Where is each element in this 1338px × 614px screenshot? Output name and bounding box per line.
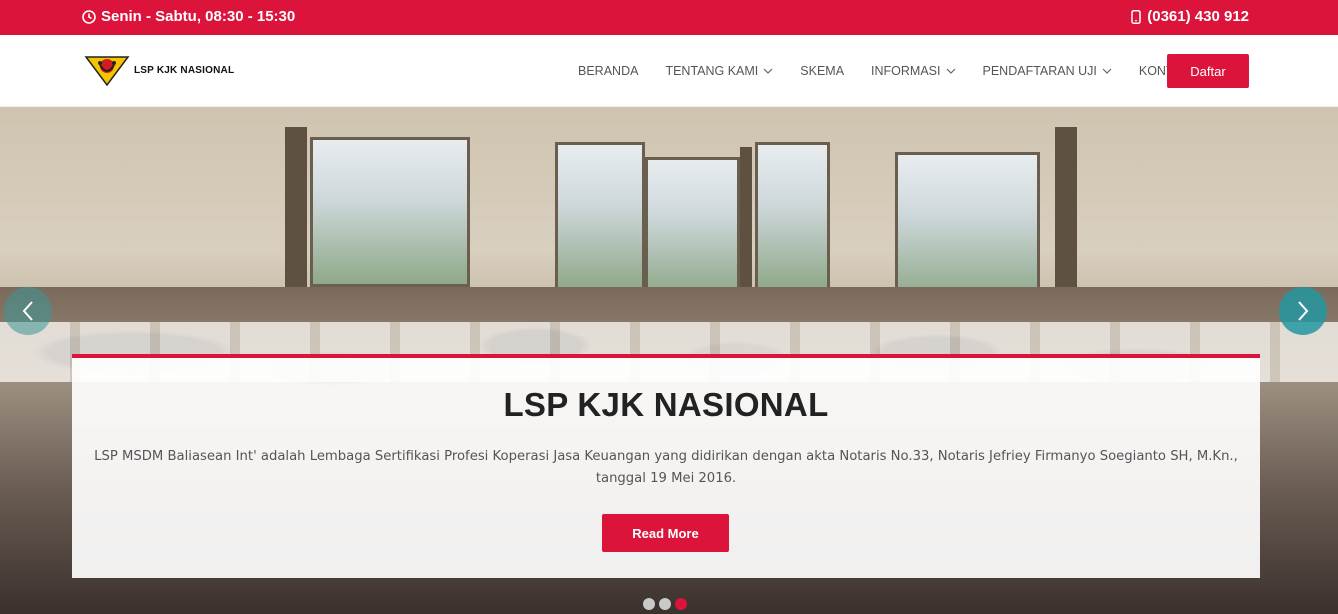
site-header: LSP KJK NASIONAL BERANDA TENTANG KAMI SK… [0, 35, 1338, 107]
read-more-button[interactable]: Read More [602, 514, 729, 552]
logo-text: LSP KJK NASIONAL [134, 64, 235, 76]
nav-item-informasi[interactable]: INFORMASI [871, 64, 955, 78]
nav-label: TENTANG KAMI [665, 64, 759, 78]
nav-item-pendaftaran-uji[interactable]: PENDAFTARAN UJI [983, 64, 1112, 78]
nav-label: INFORMASI [871, 64, 941, 78]
hero-caption: LSP KJK NASIONAL LSP MSDM Baliasean Int'… [72, 354, 1260, 578]
hero-title: LSP KJK NASIONAL [503, 386, 829, 423]
daftar-button[interactable]: Daftar [1167, 54, 1249, 88]
phone-contact[interactable]: (0361) 430 912 [1130, 8, 1249, 25]
nav-item-skema[interactable]: SKEMA [800, 64, 844, 78]
chevron-down-icon [763, 68, 773, 74]
slider-pagination [643, 598, 691, 610]
chevron-down-icon [1102, 68, 1112, 74]
slider-next-button[interactable] [1279, 287, 1327, 335]
slider-prev-button[interactable] [4, 287, 52, 335]
business-hours-text: Senin - Sabtu, 08:30 - 15:30 [101, 8, 296, 25]
logo-emblem-icon [84, 56, 130, 87]
hero-slider: LSP KJK NASIONAL LSP MSDM Baliasean Int'… [0, 107, 1338, 614]
phone-number[interactable]: (0361) 430 912 [1147, 8, 1249, 25]
top-bar: Senin - Sabtu, 08:30 - 15:30 (0361) 430 … [0, 0, 1338, 35]
nav-label: PENDAFTARAN UJI [982, 64, 1097, 78]
chevron-left-icon [22, 301, 33, 321]
main-navigation: BERANDA TENTANG KAMI SKEMA INFORMASI PEN… [578, 35, 1216, 107]
site-logo[interactable]: LSP KJK NASIONAL [84, 53, 234, 87]
chevron-down-icon [946, 68, 955, 74]
hero-description: LSP MSDM Baliasean Int' adalah Lembaga S… [94, 449, 1238, 486]
mobile-phone-icon [1131, 9, 1141, 24]
nav-item-beranda[interactable]: BERANDA [578, 64, 638, 78]
slider-dot-2[interactable] [659, 598, 671, 610]
slider-dot-3[interactable] [675, 598, 687, 610]
business-hours: Senin - Sabtu, 08:30 - 15:30 [82, 8, 295, 25]
nav-label: SKEMA [800, 64, 845, 78]
nav-label: BERANDA [578, 64, 639, 78]
nav-item-tentang-kami[interactable]: TENTANG KAMI [665, 64, 773, 78]
clock-icon [82, 9, 96, 24]
slider-dot-1[interactable] [643, 598, 655, 610]
chevron-right-icon [1298, 301, 1309, 321]
